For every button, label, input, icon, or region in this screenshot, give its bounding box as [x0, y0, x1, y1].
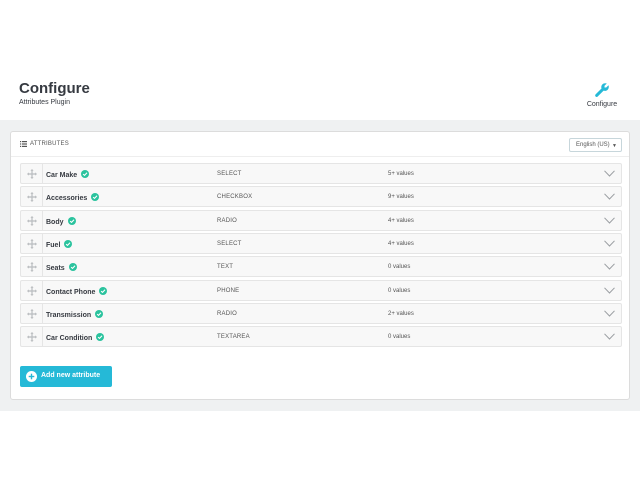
check-circle-icon	[91, 193, 100, 202]
chevron-down-icon[interactable]	[604, 193, 615, 201]
check-circle-icon	[81, 170, 90, 178]
attribute-type: TEXTAREA	[217, 334, 250, 341]
attribute-name: Contact Phone	[46, 286, 108, 296]
drag-separator	[42, 187, 43, 207]
check-circle-icon	[68, 263, 77, 272]
chevron-down-icon[interactable]	[604, 217, 615, 224]
check-circle-icon	[99, 286, 108, 295]
chevron-down-icon[interactable]	[604, 263, 615, 270]
panel-heading: ATTRIBUTES English (US) ▼	[11, 132, 629, 157]
attribute-value-count: 9+ values	[388, 194, 414, 201]
chevron-down-icon[interactable]	[604, 333, 615, 340]
plus-circle-icon	[26, 371, 37, 382]
attribute-value-count: 0 values	[388, 334, 411, 341]
attribute-row[interactable]: Fuel SELECT 4+ values	[20, 232, 622, 254]
attribute-type: SELECT	[217, 171, 242, 177]
attribute-row[interactable]: Accessories CHECKBOX 9+ values	[20, 186, 622, 208]
attribute-type: RADIO	[217, 310, 238, 317]
drag-handle-icon[interactable]	[27, 215, 37, 226]
attribute-value-count: 0 values	[388, 264, 411, 271]
drag-separator	[42, 327, 43, 347]
attribute-name: Car Condition	[46, 333, 105, 343]
add-new-attribute-button[interactable]: Add new attribute	[20, 366, 112, 387]
attribute-row[interactable]: Body RADIO 4+ values	[20, 209, 622, 231]
attribute-type: TEXT	[217, 264, 234, 271]
language-select[interactable]: English (US) ▼	[569, 138, 622, 152]
attribute-name: Car Make	[46, 170, 90, 179]
chevron-down-icon[interactable]	[604, 310, 615, 317]
attribute-name-label: Fuel	[46, 241, 61, 249]
drag-separator	[42, 210, 43, 230]
page: Configure Attributes Plugin Configure AT…	[0, 0, 640, 480]
drag-separator	[42, 257, 43, 277]
attribute-name: Transmission	[46, 309, 104, 319]
attribute-type: CHECKBOX	[217, 194, 253, 201]
drag-separator	[42, 303, 43, 323]
attribute-value-count: 2+ values	[388, 310, 414, 317]
chevron-down-icon[interactable]	[604, 240, 615, 247]
drag-handle-icon[interactable]	[27, 238, 37, 249]
attribute-value-count: 0 values	[388, 287, 411, 294]
drag-separator	[42, 164, 43, 183]
attribute-row[interactable]: Car Condition TEXTAREA 0 values	[20, 326, 622, 348]
attribute-value-count: 4+ values	[388, 240, 414, 247]
attribute-name: Body	[46, 216, 76, 226]
drag-handle-icon[interactable]	[27, 285, 37, 296]
drag-handle-icon[interactable]	[27, 262, 37, 273]
chevron-down-icon[interactable]	[604, 170, 615, 177]
attributes-panel: ATTRIBUTES English (US) ▼ Car Make SELECT…	[10, 131, 630, 400]
attribute-row[interactable]: Seats TEXT 0 values	[20, 256, 622, 278]
caret-down-icon: ▼	[612, 143, 617, 149]
attribute-name: Seats	[46, 263, 77, 272]
drag-separator	[42, 233, 43, 253]
drag-handle-icon[interactable]	[27, 169, 37, 179]
check-circle-icon	[64, 239, 73, 248]
attribute-name-label: Accessories	[46, 195, 88, 203]
attribute-name: Fuel	[46, 239, 73, 249]
panel-title: ATTRIBUTES	[30, 141, 69, 147]
chevron-down-icon[interactable]	[604, 286, 615, 294]
attribute-name: Accessories	[46, 193, 100, 203]
check-circle-icon	[95, 309, 104, 318]
list-icon	[20, 141, 27, 147]
drag-handle-icon[interactable]	[27, 332, 37, 343]
attribute-type: SELECT	[217, 240, 242, 247]
attribute-name-label: Seats	[46, 265, 65, 273]
attribute-row[interactable]: Car Make SELECT 5+ values	[20, 163, 622, 184]
check-circle-icon	[96, 333, 105, 342]
drag-separator	[42, 280, 43, 300]
attribute-name-label: Transmission	[46, 311, 92, 319]
page-header: Configure Attributes Plugin Configure	[0, 72, 640, 120]
attribute-name-label: Car Make	[46, 172, 78, 179]
language-select-value: English (US)	[576, 142, 610, 148]
drag-handle-icon[interactable]	[27, 308, 37, 319]
add-new-attribute-label: Add new attribute	[41, 372, 101, 379]
wrench-icon	[595, 83, 609, 97]
attribute-type: RADIO	[217, 217, 238, 224]
attribute-value-count: 5+ values	[388, 171, 414, 177]
attribute-type: PHONE	[217, 287, 240, 294]
attribute-row[interactable]: Contact Phone PHONE 0 values	[20, 279, 622, 301]
attribute-name-label: Body	[46, 218, 64, 226]
page-subtitle: Attributes Plugin	[19, 99, 70, 106]
drag-handle-icon[interactable]	[27, 192, 37, 203]
check-circle-icon	[67, 216, 76, 225]
page-title: Configure	[19, 80, 90, 97]
configure-label: Configure	[586, 101, 618, 108]
attribute-name-label: Contact Phone	[46, 288, 96, 296]
attribute-row[interactable]: Transmission RADIO 2+ values	[20, 302, 622, 324]
attribute-value-count: 4+ values	[388, 217, 414, 224]
attribute-name-label: Car Condition	[46, 335, 93, 343]
configure-button[interactable]: Configure	[584, 82, 620, 110]
